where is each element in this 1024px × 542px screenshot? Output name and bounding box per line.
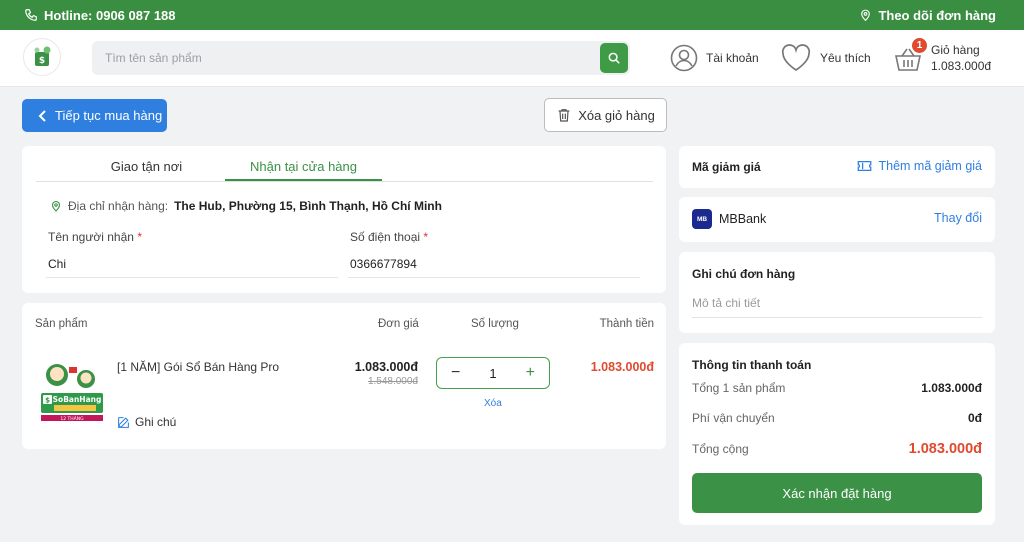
tab-store-pickup[interactable]: Nhận tại cửa hàng (225, 154, 382, 181)
hotline[interactable]: Hotline: 0906 087 188 (24, 8, 176, 23)
edit-icon (118, 416, 129, 428)
phone-field[interactable]: 0366677894 (348, 250, 640, 278)
cart-link[interactable]: 1 Giỏ hàng 1.083.000đ (893, 38, 992, 74)
pickup-address: Địa chỉ nhận hàng: The Hub, Phường 15, B… (50, 199, 442, 213)
track-order-link[interactable]: Theo dõi đơn hàng (859, 8, 996, 23)
order-note-title: Ghi chú đơn hàng (692, 267, 796, 281)
svg-text:$: $ (39, 56, 45, 66)
location-pin-icon (51, 200, 61, 212)
decrease-button[interactable]: − (451, 364, 460, 382)
product-image[interactable]: $ SoBanHang 12 THÁNG (39, 357, 105, 425)
order-note-input[interactable]: Mô tả chi tiết (692, 292, 982, 318)
recipient-name-label-text: Tên người nhận (48, 230, 134, 244)
payment-method-card: MB MBBank Thay đổi (679, 197, 995, 242)
user-icon (670, 44, 698, 72)
add-note-button[interactable]: Ghi chú (117, 415, 176, 429)
heart-icon (781, 44, 811, 71)
logo-icon: $ (34, 46, 51, 66)
header: $ Tài khoản Yêu thích 1 Giỏ hàng 1.083.0… (0, 30, 1024, 87)
unit-price: 1.083.000đ 1.548.000đ (355, 360, 418, 387)
coupon-card: Mã giảm giá Thêm mã giảm giá (679, 146, 995, 188)
payment-method-name: MBBank (719, 212, 767, 226)
subtotal-value: 1.083.000đ (921, 381, 982, 395)
tab-home-delivery[interactable]: Giao tận nơi (68, 154, 225, 181)
clear-cart-label: Xóa giỏ hàng (578, 107, 655, 123)
add-coupon-link[interactable]: Thêm mã giảm giá (857, 159, 982, 173)
account-link[interactable]: Tài khoản (670, 44, 759, 72)
search-icon (608, 52, 620, 64)
order-note-card: Ghi chú đơn hàng Mô tả chi tiết (679, 252, 995, 333)
location-pin-icon (861, 9, 871, 22)
remove-item-link[interactable]: Xóa (484, 398, 502, 409)
note-label: Ghi chú (135, 415, 177, 429)
change-payment-link[interactable]: Thay đổi (934, 211, 982, 225)
address-value: The Hub, Phường 15, Bình Thạnh, Hồ Chí M… (174, 199, 442, 213)
svg-text:$: $ (45, 397, 50, 405)
phone-label-text: Số điện thoại (350, 230, 421, 244)
address-label: Địa chỉ nhận hàng: (68, 199, 169, 213)
chevron-left-icon (38, 109, 46, 122)
product-image-brand: SoBanHang (53, 395, 102, 404)
recipient-name-field[interactable]: Chi (46, 250, 338, 278)
product-image-sub: 12 THÁNG (60, 415, 84, 422)
delivery-tabs: Giao tận nơi Nhận tại cửa hàng (36, 154, 653, 182)
grand-total-value: 1.083.000đ (908, 441, 982, 457)
grand-total-label: Tổng cộng (692, 442, 749, 456)
clear-cart-button[interactable]: Xóa giỏ hàng (544, 98, 667, 132)
phone-label: Số điện thoại * (350, 230, 428, 244)
mbbank-logo: MB (692, 209, 712, 229)
coupon-title: Mã giảm giá (692, 160, 761, 174)
header-quantity: Số lượng (471, 318, 519, 330)
header-product: Sản phẩm (35, 318, 88, 330)
required-mark: * (423, 230, 429, 244)
header-unit-price: Đơn giá (378, 318, 419, 330)
required-mark: * (137, 230, 142, 244)
cart-count-badge: 1 (912, 38, 927, 53)
continue-shopping-button[interactable]: Tiếp tục mua hàng (22, 99, 167, 132)
logo[interactable]: $ (23, 38, 61, 76)
wishlist-label: Yêu thích (820, 51, 871, 65)
increase-button[interactable]: + (526, 364, 535, 382)
quantity-value[interactable]: 1 (489, 366, 496, 381)
product-name[interactable]: [1 NĂM] Gói Sổ Bán Hàng Pro (117, 360, 279, 374)
cart-total: 1.083.000đ (931, 59, 992, 73)
trash-icon (558, 109, 570, 122)
phone-icon (25, 9, 37, 21)
header-total: Thành tiền (599, 318, 654, 330)
cart-items-card: Sản phẩm Đơn giá Số lượng Thành tiền $ S… (22, 303, 666, 449)
shipping-row: Phí vận chuyển 0đ (692, 411, 982, 425)
search-button[interactable] (600, 43, 628, 73)
delivery-card: Giao tận nơi Nhận tại cửa hàng Địa chỉ n… (22, 146, 666, 293)
subtotal-label: Tổng 1 sản phẩm (692, 381, 786, 395)
grand-total-row: Tổng cộng 1.083.000đ (692, 441, 982, 457)
continue-shopping-label: Tiếp tục mua hàng (55, 108, 163, 123)
summary-title: Thông tin thanh toán (692, 358, 812, 372)
original-price: 1.548.000đ (367, 376, 418, 387)
confirm-order-button[interactable]: Xác nhận đặt hàng (692, 473, 982, 513)
account-label: Tài khoản (706, 51, 759, 65)
payment-summary-card: Thông tin thanh toán Tổng 1 sản phẩm 1.0… (679, 343, 995, 525)
top-bar: Hotline: 0906 087 188 Theo dõi đơn hàng (0, 0, 1024, 30)
ticket-icon (858, 161, 872, 171)
shipping-label: Phí vận chuyển (692, 411, 775, 425)
search-bar (92, 41, 630, 75)
wishlist-link[interactable]: Yêu thích (780, 44, 871, 72)
quantity-stepper: − 1 + (436, 357, 550, 389)
subtotal-row: Tổng 1 sản phẩm 1.083.000đ (692, 381, 982, 395)
track-order-text: Theo dõi đơn hàng (878, 7, 996, 23)
line-total: 1.083.000đ (590, 360, 654, 374)
shipping-value: 0đ (967, 411, 982, 425)
current-price: 1.083.000đ (354, 360, 418, 374)
search-input[interactable] (92, 41, 592, 75)
recipient-name-label: Tên người nhận * (48, 230, 142, 244)
add-coupon-label: Thêm mã giảm giá (878, 159, 982, 173)
hotline-text: Hotline: 0906 087 188 (44, 7, 176, 23)
cart-label: Giỏ hàng (931, 43, 980, 57)
